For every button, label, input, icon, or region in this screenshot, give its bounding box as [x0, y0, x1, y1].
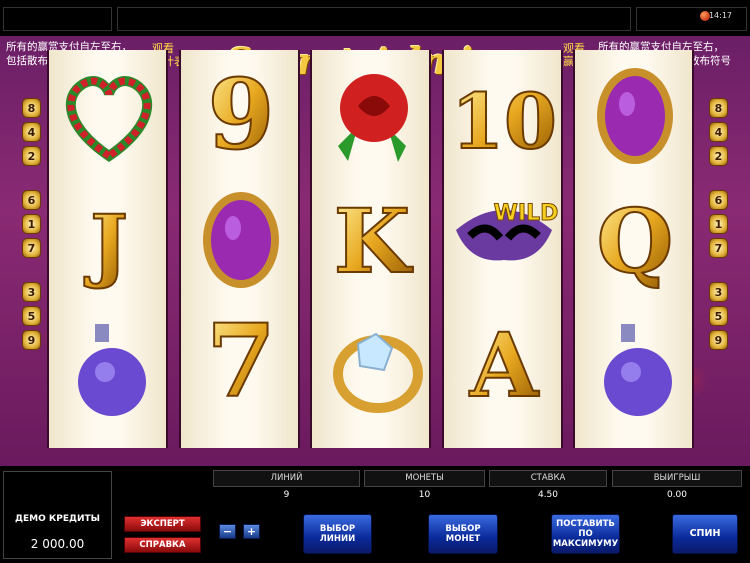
- queen-symbol-icon: Q: [581, 180, 690, 300]
- ring-symbol-icon: [318, 304, 427, 424]
- payline-indicator-6[interactable]: 6: [22, 190, 41, 210]
- win-stat: ВЫИГРЫШ 0.00: [612, 470, 742, 506]
- svg-text:WILD: WILD: [493, 201, 558, 226]
- decrease-button[interactable]: −: [219, 524, 236, 539]
- payline-indicator-7[interactable]: 7: [22, 238, 41, 258]
- message-bar: [117, 7, 631, 31]
- expert-button[interactable]: ЭКСПЕРТ: [124, 516, 201, 532]
- payline-indicator-3[interactable]: 3: [709, 282, 728, 302]
- payline-indicator-4[interactable]: 4: [22, 122, 41, 142]
- credits-label: ДЕМО КРЕДИТЫ: [14, 514, 101, 524]
- svg-text:9: 9: [207, 58, 274, 171]
- ten-symbol-icon: 10: [450, 56, 559, 176]
- wild-symbol-icon: WILD: [450, 180, 559, 300]
- payline-indicator-1[interactable]: 1: [22, 214, 41, 234]
- bet-stat: СТАВКА 4.50: [489, 470, 607, 506]
- svg-text:7: 7: [206, 304, 276, 420]
- payline-indicator-1[interactable]: 1: [709, 214, 728, 234]
- payline-indicator-2[interactable]: 2: [22, 146, 41, 166]
- perfume-symbol-icon: [55, 304, 164, 424]
- lines-label: ЛИНИЙ: [213, 470, 360, 487]
- win-value: 0.00: [612, 487, 742, 504]
- top-bar: 14:17: [0, 0, 750, 36]
- top-left-panel: [3, 7, 112, 31]
- svg-text:10: 10: [451, 77, 557, 166]
- heart-symbol-icon: [55, 56, 164, 176]
- nine-symbol-icon: 9: [187, 56, 296, 176]
- lines-value: 9: [213, 487, 360, 504]
- amulet-symbol-icon: [187, 180, 296, 300]
- reel-5: Q: [573, 50, 694, 448]
- payline-gap: [22, 170, 41, 190]
- coins-label: МОНЕТЫ: [364, 470, 485, 487]
- select-coins-button[interactable]: ВЫБОР МОНЕТ: [428, 514, 498, 554]
- win-label: ВЫИГРЫШ: [612, 470, 742, 487]
- svg-text:K: K: [334, 189, 414, 293]
- perfume-symbol-icon: [581, 304, 690, 424]
- spin-button[interactable]: СПИН: [672, 514, 738, 554]
- payline-indicator-9[interactable]: 9: [22, 330, 41, 350]
- ace-symbol-icon: A: [450, 304, 559, 424]
- reel-4: 10 WILD A: [441, 50, 563, 448]
- credits-value: 2 000.00: [30, 537, 85, 551]
- select-lines-button[interactable]: ВЫБОР ЛИНИИ: [303, 514, 372, 554]
- coins-value: 10: [364, 487, 485, 504]
- reels-area[interactable]: J 9 7 K 10 WILD A Q: [47, 50, 704, 448]
- payline-indicator-3[interactable]: 3: [22, 282, 41, 302]
- increase-button[interactable]: +: [243, 524, 260, 539]
- credits-display: ДЕМО КРЕДИТЫ 2 000.00: [3, 471, 112, 559]
- payline-gap: [709, 170, 728, 190]
- payline-indicator-5[interactable]: 5: [22, 306, 41, 326]
- reel-3: K: [310, 50, 431, 448]
- control-panel: ДЕМО КРЕДИТЫ 2 000.00 ЭКСПЕРТ СПРАВКА − …: [0, 466, 750, 563]
- max-bet-button[interactable]: ПОСТАВИТЬ ПО МАКСИМУМУ: [551, 514, 620, 554]
- payline-gap: [709, 262, 728, 282]
- bet-label: СТАВКА: [489, 470, 607, 487]
- svg-text:A: A: [468, 313, 539, 417]
- reel-2: 97: [178, 50, 300, 448]
- payline-indicator-8[interactable]: 8: [709, 98, 728, 118]
- payline-indicator-9[interactable]: 9: [709, 330, 728, 350]
- payline-indicator-5[interactable]: 5: [709, 306, 728, 326]
- bet-value: 4.50: [489, 487, 607, 504]
- payline-gap: [22, 262, 41, 282]
- payline-indicator-2[interactable]: 2: [709, 146, 728, 166]
- rose-symbol-icon: [318, 56, 427, 176]
- seven-symbol-icon: 7: [187, 304, 296, 424]
- payline-indicator-6[interactable]: 6: [709, 190, 728, 210]
- payline-indicator-8[interactable]: 8: [22, 98, 41, 118]
- svg-text:Q: Q: [597, 189, 674, 293]
- payline-indicator-4[interactable]: 4: [709, 122, 728, 142]
- payline-indicators-right: 8 4 2 6 1 7 3 5 9: [709, 98, 728, 354]
- reel-1: J: [47, 50, 168, 448]
- jack-symbol-icon: J: [55, 180, 164, 300]
- payline-indicators-left: 8 4 2 6 1 7 3 5 9: [22, 98, 41, 354]
- help-button[interactable]: СПРАВКА: [124, 537, 201, 553]
- amulet-symbol-icon: [581, 56, 690, 176]
- svg-text:J: J: [84, 197, 128, 291]
- payline-indicator-7[interactable]: 7: [709, 238, 728, 258]
- king-symbol-icon: K: [318, 180, 427, 300]
- lines-stat: ЛИНИЙ 9: [213, 470, 360, 506]
- clock: 14:17: [708, 11, 732, 20]
- coins-stat: МОНЕТЫ 10: [364, 470, 485, 506]
